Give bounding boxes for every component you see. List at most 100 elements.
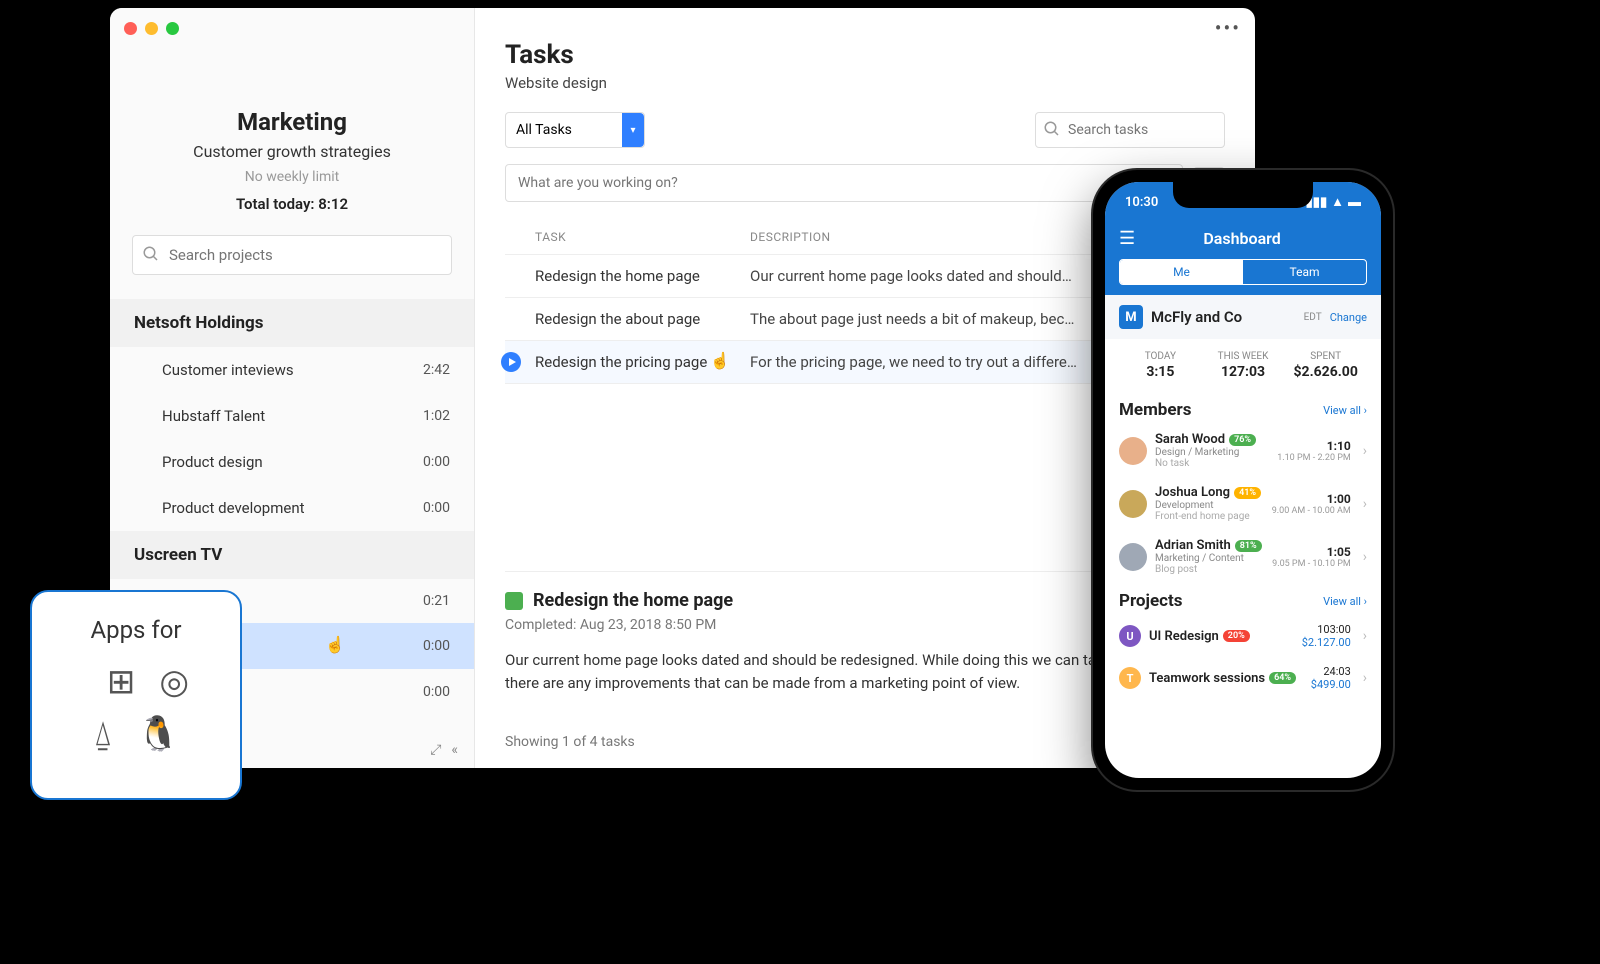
task-name: Redesign the about page bbox=[535, 310, 750, 328]
member-row[interactable]: Joshua Long 41% Development Front-end ho… bbox=[1105, 477, 1381, 530]
project-name: Customer inteviews bbox=[162, 361, 294, 379]
search-tasks-container bbox=[1035, 112, 1225, 148]
project-time: 24:03 bbox=[1311, 665, 1351, 678]
dashboard-title: Dashboard bbox=[1135, 229, 1349, 248]
avatar bbox=[1119, 437, 1147, 465]
stat-value: $2.626.00 bbox=[1284, 364, 1367, 380]
stat-label: SPENT bbox=[1284, 351, 1367, 362]
project-time: 0:00 bbox=[423, 500, 450, 516]
collapse-icon[interactable]: ⤢ bbox=[430, 742, 441, 758]
status-time: 10:30 bbox=[1125, 195, 1158, 210]
page-title: Tasks bbox=[505, 40, 1225, 70]
project-time: 2:42 bbox=[423, 362, 450, 378]
org-badge: M bbox=[1119, 305, 1143, 329]
member-time: 1:00 bbox=[1272, 492, 1351, 506]
members-title: Members bbox=[1119, 400, 1192, 420]
minimize-window-button[interactable] bbox=[145, 22, 158, 35]
chrome-icon[interactable]: ◎ bbox=[159, 662, 189, 702]
member-info: Sarah Wood 76% Design / Marketing No tas… bbox=[1155, 432, 1269, 469]
member-project: Marketing / Content bbox=[1155, 553, 1264, 564]
segmented-control: Me Team bbox=[1119, 259, 1367, 285]
task-name: Redesign the home page bbox=[535, 267, 750, 285]
search-icon bbox=[142, 245, 160, 267]
stats-row: TODAY3:15 THIS WEEK127:03 SPENT$2.626.00 bbox=[1105, 339, 1381, 392]
task-filter-select[interactable]: All Tasks ▾ bbox=[505, 112, 645, 148]
chevron-left-icon[interactable]: « bbox=[451, 742, 458, 758]
member-info: Joshua Long 41% Development Front-end ho… bbox=[1155, 485, 1264, 522]
maximize-window-button[interactable] bbox=[166, 22, 179, 35]
windows-icon[interactable]: ⊞ bbox=[107, 662, 136, 702]
search-projects-container bbox=[132, 235, 452, 275]
project-row[interactable]: T Teamwork sessions 64% 24:03 $499.00 › bbox=[1105, 657, 1381, 699]
hamburger-menu-icon[interactable]: ☰ bbox=[1119, 228, 1135, 249]
member-project: Design / Marketing bbox=[1155, 447, 1269, 458]
search-projects-input[interactable] bbox=[132, 235, 452, 275]
project-item[interactable]: Hubstaff Talent1:02 bbox=[110, 393, 474, 439]
member-name: Joshua Long 41% bbox=[1155, 485, 1264, 500]
cursor-hand-icon: ☝ bbox=[325, 635, 345, 654]
apps-row: ⍙ 🐧 bbox=[48, 714, 224, 754]
project-stats: 103:00 $2.127.00 bbox=[1302, 623, 1351, 649]
segment-team[interactable]: Team bbox=[1243, 260, 1366, 284]
search-tasks-input[interactable] bbox=[1035, 112, 1225, 148]
task-status-icon bbox=[505, 592, 523, 610]
chevron-right-icon: › bbox=[1363, 549, 1367, 565]
status-indicators: ▮▮▮ ▲ ▬ bbox=[1306, 194, 1361, 210]
page-subtitle: Website design bbox=[505, 74, 1225, 92]
working-on-input[interactable] bbox=[505, 164, 1183, 202]
project-item[interactable]: Product development0:00 bbox=[110, 485, 474, 531]
phone-header: ☰ Dashboard Me Team bbox=[1105, 222, 1381, 295]
project-name: UI Redesign 20% bbox=[1149, 629, 1294, 644]
linux-icon[interactable]: 🐧 bbox=[137, 714, 179, 754]
member-time-range: 9.00 AM - 10.00 AM bbox=[1272, 506, 1351, 516]
close-window-button[interactable] bbox=[124, 22, 137, 35]
project-row[interactable]: U UI Redesign 20% 103:00 $2.127.00 › bbox=[1105, 615, 1381, 657]
activity-badge: 41% bbox=[1234, 487, 1261, 499]
member-task: Front-end home page bbox=[1155, 511, 1264, 522]
member-row[interactable]: Sarah Wood 76% Design / Marketing No tas… bbox=[1105, 424, 1381, 477]
battery-icon: ▬ bbox=[1348, 194, 1361, 210]
project-time: 1:02 bbox=[423, 408, 450, 424]
project-money: $2.127.00 bbox=[1302, 636, 1351, 649]
activity-badge: 81% bbox=[1235, 540, 1262, 552]
chevron-right-icon: › bbox=[1363, 670, 1367, 686]
member-row[interactable]: Adrian Smith 81% Marketing / Content Blo… bbox=[1105, 530, 1381, 583]
project-item[interactable]: Product design 0:00 bbox=[110, 439, 474, 485]
project-name: Product design bbox=[162, 453, 263, 471]
group-header[interactable]: Netsoft Holdings bbox=[110, 299, 474, 347]
stat-value: 3:15 bbox=[1119, 364, 1202, 380]
org-change-link[interactable]: Change bbox=[1330, 311, 1367, 324]
member-project: Development bbox=[1155, 500, 1264, 511]
project-time: 0:00 bbox=[423, 684, 450, 700]
cursor-hand-icon: ☝ bbox=[710, 351, 730, 370]
project-name: Teamwork sessions 64% bbox=[1149, 671, 1303, 686]
project-time: 0:00 bbox=[423, 454, 450, 470]
chevron-right-icon: › bbox=[1363, 443, 1367, 459]
sidebar-header: Marketing Customer growth strategies No … bbox=[110, 108, 474, 213]
weekly-limit-note: No weekly limit bbox=[130, 169, 454, 185]
android-icon[interactable]: ⍙ bbox=[93, 714, 113, 754]
project-time: 0:21 bbox=[423, 593, 450, 609]
activity-badge: 76% bbox=[1229, 434, 1256, 446]
member-name: Sarah Wood 76% bbox=[1155, 432, 1269, 447]
project-stats: 24:03 $499.00 bbox=[1311, 665, 1351, 691]
organization-row[interactable]: M McFly and Co EDT Change bbox=[1105, 295, 1381, 339]
phone-frame: 10:30 ▮▮▮ ▲ ▬ ☰ Dashboard Me Team M McFl… bbox=[1093, 170, 1393, 790]
member-time-block: 1:00 9.00 AM - 10.00 AM bbox=[1272, 492, 1351, 516]
play-icon[interactable] bbox=[501, 352, 521, 372]
members-section: Members View all › bbox=[1105, 392, 1381, 424]
traffic-lights bbox=[124, 22, 179, 35]
filter-label: All Tasks bbox=[516, 122, 572, 138]
member-name: Adrian Smith 81% bbox=[1155, 538, 1264, 553]
group-header[interactable]: Uscreen TV bbox=[110, 531, 474, 579]
view-all-link[interactable]: View all › bbox=[1323, 595, 1367, 608]
toolbar: All Tasks ▾ bbox=[505, 112, 1225, 148]
view-all-link[interactable]: View all › bbox=[1323, 404, 1367, 417]
project-item[interactable]: Customer inteviews 2:42 bbox=[110, 347, 474, 393]
avatar bbox=[1119, 543, 1147, 571]
member-task: Blog post bbox=[1155, 564, 1264, 575]
segment-me[interactable]: Me bbox=[1120, 260, 1243, 284]
total-today: Total today: 8:12 bbox=[130, 195, 454, 213]
desktop-app-window: ••• Marketing Customer growth strategies… bbox=[110, 8, 1255, 768]
phone-notch bbox=[1173, 182, 1313, 208]
